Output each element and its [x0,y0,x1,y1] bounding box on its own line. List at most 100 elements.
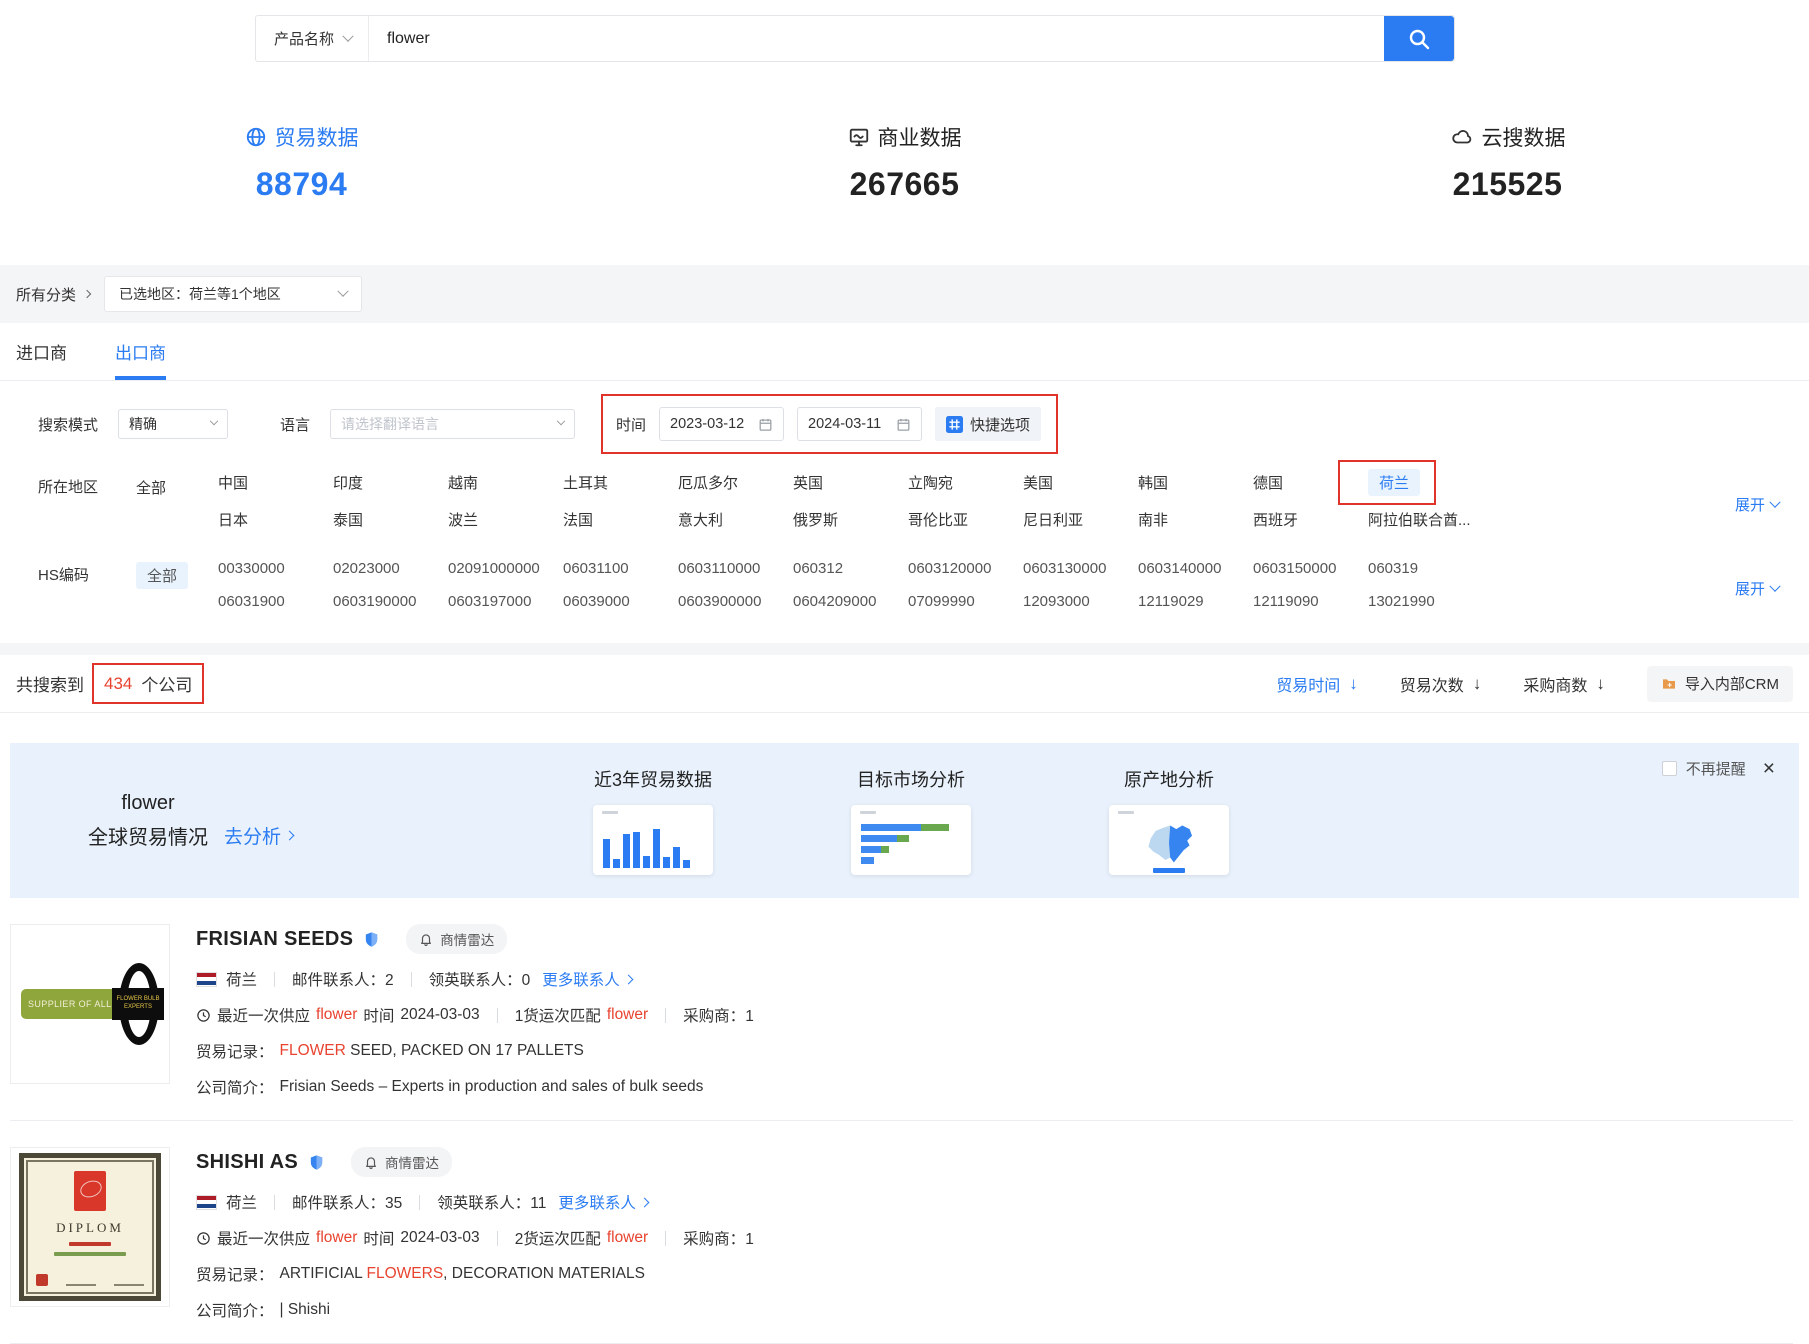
tab-importer[interactable]: 进口商 [16,323,67,380]
region-option[interactable]: 韩国 [1138,469,1168,496]
tab-trade-data[interactable]: 贸易数据 88794 [0,122,603,203]
company-name[interactable]: FRISIAN SEEDS [196,928,353,951]
origin-analysis-preview[interactable]: 原产地分析 [1109,766,1229,875]
region-option[interactable]: 印度 [333,469,363,496]
hs-code-option[interactable]: 12093000 [1023,590,1090,613]
date-to-input[interactable]: 2024-03-11 [797,407,922,441]
selected-region-label: 已选地区：荷兰等1个地区 [119,284,281,304]
verified-shield-icon[interactable] [308,1154,325,1171]
hs-code-option[interactable]: 07099990 [908,590,975,613]
grid-icon [946,416,963,433]
netherlands-flag-icon [196,972,217,987]
hs-code-option[interactable]: 0603140000 [1138,557,1221,580]
chevron-down-icon [342,30,353,41]
radar-badge[interactable]: 商情雷达 [406,924,507,954]
target-market-preview[interactable]: 目标市场分析 [851,766,971,875]
region-option[interactable]: 波兰 [448,506,478,533]
import-crm-button[interactable]: 导入内部CRM [1647,666,1793,702]
hs-code-option[interactable]: 02091000000 [448,557,540,580]
region-option[interactable]: 荷兰 [1368,469,1420,496]
sort-buyer-count[interactable]: 采购商数 ↓ [1523,672,1605,696]
hs-code-option[interactable]: 0604209000 [793,590,876,613]
hs-code-option[interactable]: 060319 [1368,557,1418,580]
trade-record-label: 贸易记录： [196,1040,274,1062]
banner-subtitle: 全球贸易情况 [88,821,208,856]
region-option[interactable]: 西班牙 [1253,506,1298,533]
hs-code-option[interactable]: 02023000 [333,557,400,580]
region-option[interactable]: 尼日利亚 [1023,506,1083,533]
results-prefix: 共搜索到 [16,671,84,696]
region-option[interactable]: 越南 [448,469,478,496]
tab-exporter[interactable]: 出口商 [115,323,166,380]
radar-badge[interactable]: 商情雷达 [351,1147,452,1177]
trade-data-preview[interactable]: 近3年贸易数据 [593,766,713,875]
search-input[interactable] [369,16,1384,61]
search-button[interactable] [1384,16,1454,61]
dismiss-checkbox[interactable] [1662,761,1677,776]
netherlands-flag-icon [196,1195,217,1210]
region-option[interactable]: 中国 [218,469,248,496]
region-option[interactable]: 哥伦比亚 [908,506,968,533]
region-row-1: 中国 印度 越南 土耳其 厄瓜多尔 英国 立陶宛 美国 韩国 德国 荷兰 [218,469,1483,496]
region-option[interactable]: 厄瓜多尔 [678,469,738,496]
chevron-down-icon [1769,580,1780,591]
region-option[interactable]: 立陶宛 [908,469,953,496]
hs-code-option[interactable]: 0603130000 [1023,557,1106,580]
region-option[interactable]: 意大利 [678,506,723,533]
more-contacts-link[interactable]: 更多联系人 [558,1191,648,1213]
match-keyword: flower [607,1006,648,1024]
company-name[interactable]: SHISHI AS [196,1151,298,1174]
region-option-all[interactable]: 全部 [136,474,166,501]
hs-code-option[interactable]: 0603110000 [678,557,760,580]
analyze-link[interactable]: 去分析 [224,822,293,849]
hs-code-option[interactable]: 060312 [793,557,843,580]
hs-code-option[interactable]: 0603120000 [908,557,991,580]
region-option[interactable]: 俄罗斯 [793,506,838,533]
selected-region-dropdown[interactable]: 已选地区：荷兰等1个地区 [104,276,362,312]
tab-cloud-search-data[interactable]: 云搜数据 215525 [1206,122,1809,203]
company-logo[interactable]: DIPLOM [10,1147,170,1307]
sort-trade-count[interactable]: 贸易次数 ↓ [1400,672,1482,696]
region-option[interactable]: 日本 [218,506,248,533]
region-expand-link[interactable]: 展开 [1735,469,1779,533]
company-logo[interactable]: SUPPLIER OF ALL SEEDS FLOWER BULB EXPERT… [10,924,170,1084]
hs-code-option[interactable]: 0603900000 [678,590,761,613]
hs-code-option[interactable]: 12119029 [1138,590,1204,613]
hs-expand-link[interactable]: 展开 [1735,557,1779,613]
hs-code-option[interactable]: 13021990 [1368,590,1435,613]
region-option[interactable]: 德国 [1253,469,1283,496]
language-select[interactable]: 请选择翻译语言 [330,409,575,439]
more-contacts-link[interactable]: 更多联系人 [542,968,632,990]
hs-code-option[interactable]: 0603190000 [333,590,416,613]
all-categories-breadcrumb[interactable]: 所有分类 [16,284,90,305]
region-option[interactable]: 泰国 [333,506,363,533]
map-legend [1153,868,1185,873]
hs-code-option[interactable]: 06039000 [563,590,630,613]
hs-code-option[interactable]: 12119090 [1253,590,1319,613]
hs-code-option[interactable]: 06031100 [563,557,629,580]
region-option[interactable]: 美国 [1023,469,1053,496]
hs-code-option[interactable]: 0603197000 [448,590,531,613]
hs-option-all[interactable]: 全部 [136,562,188,589]
region-option[interactable]: 阿拉伯联合酋... [1368,506,1471,533]
chevron-down-icon [1769,496,1780,507]
bar-chart-thumbnail [593,805,713,875]
region-option[interactable]: 土耳其 [563,469,608,496]
hs-code-option[interactable]: 00330000 [218,557,285,580]
hs-code-option[interactable]: 0603150000 [1253,557,1336,580]
diploma-emblem [74,1171,106,1211]
search-category-dropdown[interactable]: 产品名称 [256,16,369,61]
close-icon[interactable]: × [1763,758,1775,779]
region-option[interactable]: 南非 [1138,506,1168,533]
tab-business-data[interactable]: 商业数据 267665 [603,122,1206,203]
region-option[interactable]: 英国 [793,469,823,496]
expand-label: 展开 [1735,578,1765,599]
sort-trade-time[interactable]: 贸易时间 ↓ [1276,672,1358,696]
date-from-input[interactable]: 2023-03-12 [659,407,784,441]
buyer-count: 采购商：1 [683,1227,754,1249]
quick-options-button[interactable]: 快捷选项 [935,407,1041,441]
hs-code-option[interactable]: 06031900 [218,590,285,613]
region-option[interactable]: 法国 [563,506,593,533]
search-mode-select[interactable]: 精确 [118,409,228,439]
verified-shield-icon[interactable] [363,931,380,948]
